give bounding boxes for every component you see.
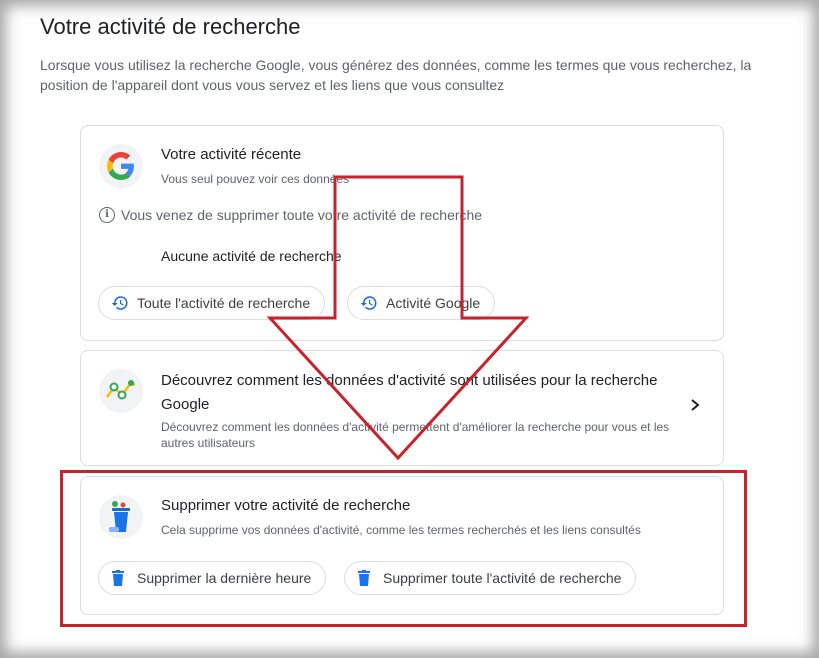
recent-activity-subtitle: Vous seul pouvez voir ces données <box>161 172 350 186</box>
all-search-activity-button[interactable]: Toute l'activité de recherche <box>98 286 326 320</box>
history-icon <box>111 294 129 312</box>
info-text: Vous venez de supprimer toute votre acti… <box>121 207 483 223</box>
no-activity-text: Aucune activité de recherche <box>161 248 342 264</box>
google-activity-label: Activité Google <box>386 295 481 311</box>
annotation-highlight-box <box>60 470 747 627</box>
recent-activity-title: Votre activité récente <box>161 146 302 163</box>
page-title: Votre activité de recherche <box>40 14 301 39</box>
info-message: i Vous venez de supprimer toute votre ac… <box>99 207 482 223</box>
google-activity-button[interactable]: Activité Google <box>347 286 496 320</box>
chevron-right-icon <box>691 399 700 411</box>
activity-graph-icon <box>99 369 143 413</box>
discover-card[interactable]: Découvrez comment les données d'activité… <box>80 350 724 466</box>
discover-title: Découvrez comment les données d'activité… <box>161 372 658 413</box>
google-logo-icon <box>99 144 143 188</box>
history-icon <box>360 294 378 312</box>
recent-activity-card: Votre activité récente Vous seul pouvez … <box>80 125 724 341</box>
all-search-activity-label: Toute l'activité de recherche <box>137 295 311 311</box>
info-icon: i <box>99 207 115 223</box>
page-description: Lorsque vous utilisez la recherche Googl… <box>40 57 752 93</box>
discover-subtitle: Découvrez comment les données d'activité… <box>161 420 670 450</box>
